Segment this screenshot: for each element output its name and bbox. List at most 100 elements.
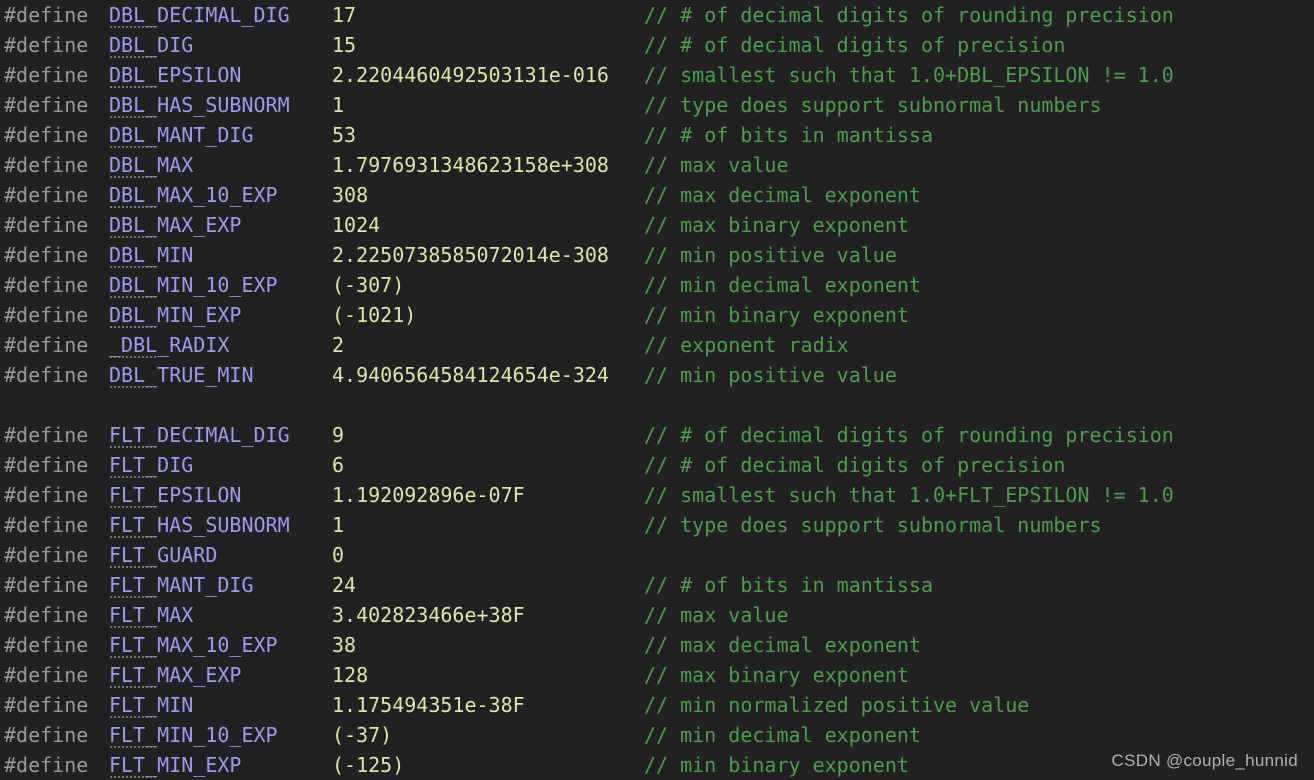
code-line[interactable]: #define DBL_DECIMAL_DIG 17 // # of decimal … [0,0,1314,30]
code-line[interactable]: #define DBL_MIN 2.2250738585072014e-308 // … [0,240,1314,270]
code-line[interactable]: #define FLT_DECIMAL_DIG 9 // # of decimal d… [0,420,1314,450]
code-line[interactable]: #define DBL_MIN_EXP (-1021) // min binary e… [0,300,1314,330]
macro-name[interactable]: DBL_DECIMAL_DIG [109,0,290,30]
macro-name[interactable]: DBL_DIG [109,30,193,60]
line-comment: // smallest such that 1.0+FLT_EPSILON !=… [644,483,1174,507]
macro-name-hint-underline: FLT_ [109,420,158,450]
macro-name[interactable]: DBL_MAX_EXP [109,210,241,240]
macro-name[interactable]: DBL_HAS_SUBNORM [109,90,290,120]
define-keyword: #define [4,333,89,357]
code-line[interactable]: #define DBL_MAX 1.7976931348623158e+308 // … [0,150,1314,180]
code-line[interactable]: #define FLT_EPSILON 1.192092896e-07F // sma… [0,480,1314,510]
macro-name[interactable]: FLT_DIG [109,450,193,480]
line-comment: // type does support subnormal numbers [644,93,1102,117]
macro-name[interactable]: FLT_MAX_EXP [109,660,241,690]
line-comment: // # of bits in mantissa [644,123,933,147]
macro-value: 1 [332,513,345,537]
macro-name[interactable]: FLT_GUARD [109,540,217,570]
code-line[interactable]: #define DBL_HAS_SUBNORM 1 // type does supp… [0,90,1314,120]
define-keyword: #define [4,3,89,27]
macro-name[interactable]: DBL_MAX_10_EXP [109,180,278,210]
macro-name[interactable]: FLT_MIN [109,690,193,720]
code-line[interactable]: #define FLT_MIN_10_EXP (-37) // min decimal… [0,720,1314,750]
macro-name-hint-underline: DBL_ [109,210,158,240]
macro-name[interactable]: FLT_MIN_10_EXP [109,720,278,750]
macro-value: (-307) [332,273,405,297]
macro-name-hint-underline: DBL_ [109,0,158,30]
macro-name[interactable]: _DBL_RADIX [109,330,229,360]
code-line[interactable]: #define FLT_HAS_SUBNORM 1 // type does supp… [0,510,1314,540]
code-line[interactable]: #define FLT_GUARD 0 [0,540,1314,570]
macro-value: 15 [332,33,357,57]
line-comment: // min decimal exponent [644,273,921,297]
code-line[interactable]: #define DBL_MAX_10_EXP 308 // max decimal e… [0,180,1314,210]
macro-value: 0 [332,543,345,567]
code-line[interactable]: #define FLT_MANT_DIG 24 // # of bits in man… [0,570,1314,600]
code-editor-pane[interactable]: #define DBL_DECIMAL_DIG 17 // # of decimal … [0,0,1314,780]
code-line[interactable]: #define _DBL_RADIX 2 // exponent radix [0,330,1314,360]
define-keyword: #define [4,453,89,477]
code-line[interactable]: #define DBL_MANT_DIG 53 // # of bits in man… [0,120,1314,150]
code-line[interactable]: #define FLT_MAX_10_EXP 38 // max decimal ex… [0,630,1314,660]
macro-name[interactable]: FLT_MAX_10_EXP [109,630,278,660]
macro-name[interactable]: FLT_EPSILON [109,480,241,510]
define-keyword: #define [4,723,89,747]
code-line-blank[interactable] [0,390,1314,420]
macro-name-hint-underline: DBL_ [109,300,158,330]
code-line[interactable]: #define DBL_MAX_EXP 1024 // max binary expo… [0,210,1314,240]
define-keyword: #define [4,483,89,507]
code-line[interactable]: #define DBL_MIN_10_EXP (-307) // min decima… [0,270,1314,300]
define-keyword: #define [4,93,89,117]
define-keyword: #define [4,303,89,327]
macro-value: 308 [332,183,369,207]
macro-name[interactable]: DBL_MAX [109,150,193,180]
line-comment: // max binary exponent [644,663,909,687]
define-keyword: #define [4,573,89,597]
line-comment: // min positive value [644,243,897,267]
code-line[interactable]: #define DBL_DIG 15 // # of decimal digits o… [0,30,1314,60]
define-keyword: #define [4,363,89,387]
macro-name[interactable]: DBL_MANT_DIG [109,120,254,150]
define-keyword: #define [4,423,89,447]
code-line[interactable]: #define FLT_MIN 1.175494351e-38F // min nor… [0,690,1314,720]
line-comment: // # of decimal digits of precision [644,453,1066,477]
macro-name[interactable]: FLT_DECIMAL_DIG [109,420,290,450]
line-comment: // max decimal exponent [644,633,921,657]
code-line[interactable]: #define FLT_MAX_EXP 128 // max binary expon… [0,660,1314,690]
macro-name[interactable]: DBL_MIN_10_EXP [109,270,278,300]
macro-value: 6 [332,453,345,477]
macro-name-hint-underline: FLT_ [109,570,158,600]
macro-value: (-1021) [332,303,417,327]
code-line-list: #define DBL_DECIMAL_DIG 17 // # of decimal … [0,0,1314,780]
line-comment: // # of decimal digits of rounding preci… [644,3,1174,27]
macro-name-hint-underline: FLT_ [109,630,158,660]
macro-name-hint-underline: FLT_ [109,540,158,570]
define-keyword: #define [4,183,89,207]
macro-name[interactable]: FLT_MANT_DIG [109,570,254,600]
code-line[interactable]: #define FLT_DIG 6 // # of decimal digits of… [0,450,1314,480]
macro-value: (-125) [332,753,405,777]
macro-name[interactable]: DBL_MIN_EXP [109,300,241,330]
macro-value: 1.192092896e-07F [332,483,525,507]
code-line[interactable]: #define DBL_EPSILON 2.2204460492503131e-01… [0,60,1314,90]
define-keyword: #define [4,273,89,297]
macro-name-hint-underline: FLT_ [109,510,158,540]
define-keyword: #define [4,753,89,777]
macro-name[interactable]: DBL_MIN [109,240,193,270]
macro-name-hint-underline: DBL_ [109,60,158,90]
macro-name-hint-underline: FLT_ [109,600,158,630]
code-line[interactable]: #define DBL_TRUE_MIN 4.9406564584124654e-3… [0,360,1314,390]
code-line[interactable]: #define FLT_MAX 3.402823466e+38F // max val… [0,600,1314,630]
code-line[interactable]: #define FLT_MIN_EXP (-125) // min binary ex… [0,750,1314,780]
define-keyword: #define [4,213,89,237]
macro-name[interactable]: FLT_MAX [109,600,193,630]
macro-name[interactable]: FLT_HAS_SUBNORM [109,510,290,540]
macro-name[interactable]: DBL_TRUE_MIN [109,360,254,390]
macro-name[interactable]: DBL_EPSILON [109,60,241,90]
macro-name-hint-underline: FLT_ [109,750,158,780]
line-comment: // min decimal exponent [644,723,921,747]
macro-name-hint-underline: FLT_ [109,450,158,480]
macro-name[interactable]: FLT_MIN_EXP [109,750,241,780]
line-comment: // max binary exponent [644,213,909,237]
define-keyword: #define [4,663,89,687]
